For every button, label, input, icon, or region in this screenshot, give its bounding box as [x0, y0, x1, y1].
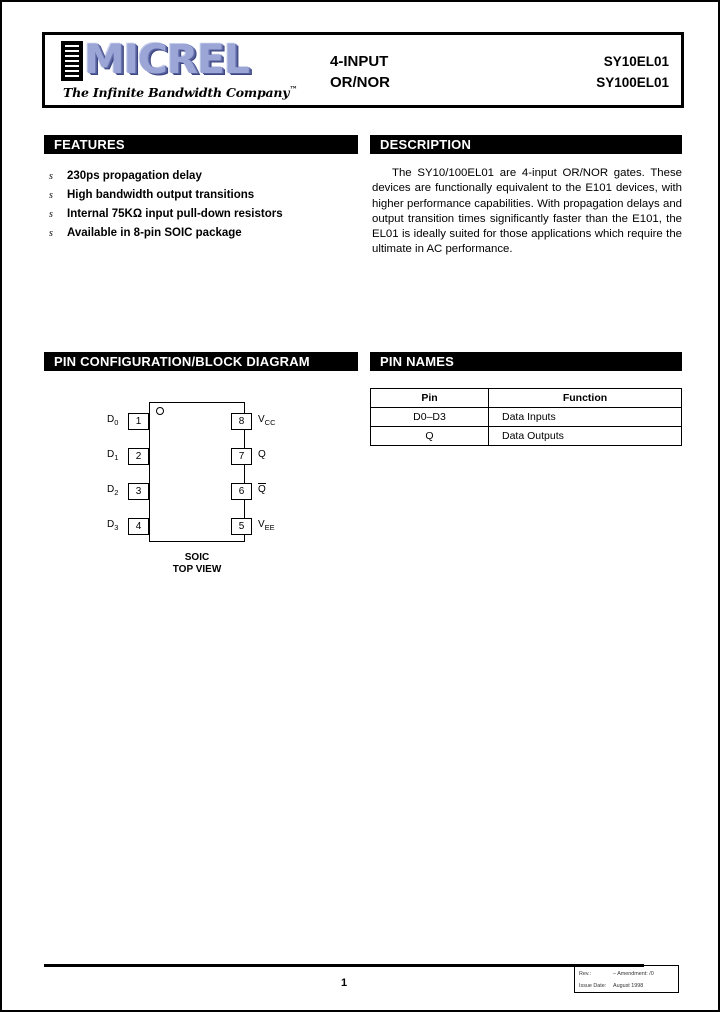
pin-box-3: 3: [128, 483, 149, 500]
description-section-header: DESCRIPTION: [370, 135, 682, 154]
feature-text: High bandwidth output transitions: [67, 189, 255, 201]
pin-box-6: 6: [231, 483, 252, 500]
logo-text: MICREL: [84, 37, 250, 83]
table-header-row: Pin Function: [370, 388, 682, 408]
feature-text: 230ps propagation delay: [67, 170, 202, 182]
feature-text: Available in 8-pin SOIC package: [67, 227, 242, 239]
pin-box-7: 7: [231, 448, 252, 465]
cell-function: Data Inputs: [488, 407, 682, 427]
comb-chip-icon: [61, 41, 83, 81]
revision-label: Rev.:: [579, 971, 592, 977]
header-box: MICREL The Infinite Bandwidth Company™ 4…: [42, 32, 684, 108]
column-header-pin: Pin: [370, 388, 489, 408]
issue-date-value: August 1998: [613, 983, 644, 989]
logo-tagline-text: The Infinite Bandwidth Company: [63, 85, 290, 101]
document-title: 4-INPUT OR/NOR: [330, 51, 390, 93]
soic-caption-line-2: TOP VIEW: [172, 564, 222, 575]
list-item: s 230ps propagation delay: [46, 167, 366, 186]
bullet-icon: s: [49, 171, 53, 182]
datasheet-page: MICREL The Infinite Bandwidth Company™ 4…: [0, 0, 720, 1012]
table-row: Q Data Outputs: [370, 426, 682, 446]
page-number: 1: [340, 977, 348, 989]
bullet-icon: s: [49, 190, 53, 201]
pin-names-section-header: PIN NAMES: [370, 352, 682, 371]
pin-label-d1: D1: [107, 449, 119, 462]
pin-label-d3: D3: [107, 519, 119, 532]
pin-box-2: 2: [128, 448, 149, 465]
title-line-2: OR/NOR: [330, 74, 390, 91]
list-item: s High bandwidth output transitions: [46, 186, 366, 205]
bullet-icon: s: [49, 209, 53, 220]
pin-label-d0: D0: [107, 414, 119, 427]
features-section-header: FEATURES: [44, 135, 358, 154]
cell-pin: Q: [370, 426, 489, 446]
micrel-logo: MICREL The Infinite Bandwidth Company™: [55, 37, 297, 107]
pin-box-4: 4: [128, 518, 149, 535]
trademark-symbol: ™: [289, 84, 298, 94]
part-number-2: SY100EL01: [596, 75, 669, 90]
column-header-function: Function: [488, 388, 682, 408]
revision-row: Rev.: – Amendment: /0: [579, 968, 675, 980]
soic-package-diagram: 1 2 3 4 D0 D1 D2 D3 8 7 6 5 VCC Q Q VEE …: [98, 394, 308, 604]
part-number-block: SY10EL01 SY100EL01: [596, 51, 669, 93]
pin-label-vcc: VCC: [258, 414, 276, 427]
revision-box: Rev.: – Amendment: /0 Issue Date: August…: [574, 965, 679, 993]
pin-label-q-bar: Q: [258, 483, 266, 495]
title-line-1: 4-INPUT: [330, 53, 389, 70]
pin1-orientation-dot-icon: [156, 407, 164, 415]
cell-function: Data Outputs: [488, 426, 682, 446]
list-item: s Internal 75KΩ input pull-down resistor…: [46, 205, 366, 224]
pin-configuration-section-header: PIN CONFIGURATION/BLOCK DIAGRAM: [44, 352, 358, 371]
pin-box-1: 1: [128, 413, 149, 430]
description-paragraph: The SY10/100EL01 are 4-input OR/NOR gate…: [372, 167, 682, 256]
cell-pin: D0–D3: [370, 407, 489, 427]
issue-date-label: Issue Date:: [579, 983, 607, 989]
logo-tagline: The Infinite Bandwidth Company™: [63, 84, 297, 100]
logo-wordmark: MICREL: [61, 37, 250, 83]
soic-caption-line-1: SOIC: [184, 552, 210, 563]
pin-label-vee: VEE: [258, 519, 275, 532]
pin-box-8: 8: [231, 413, 252, 430]
issue-date-row: Issue Date: August 1998: [579, 980, 675, 992]
revision-value: – Amendment: /0: [613, 971, 654, 977]
feature-text: Internal 75KΩ input pull-down resistors: [67, 208, 283, 220]
features-list: s 230ps propagation delay s High bandwid…: [46, 167, 366, 243]
pin-label-q: Q: [258, 449, 266, 460]
pin-box-5: 5: [231, 518, 252, 535]
pin-names-table: Pin Function D0–D3 Data Inputs Q Data Ou…: [370, 388, 682, 446]
table-row: D0–D3 Data Inputs: [370, 407, 682, 427]
footer-divider: [44, 964, 644, 967]
bullet-icon: s: [49, 228, 53, 239]
pin-label-d2: D2: [107, 484, 119, 497]
list-item: s Available in 8-pin SOIC package: [46, 224, 366, 243]
soic-caption: SOIC TOP VIEW: [149, 552, 245, 576]
part-number-1: SY10EL01: [603, 54, 669, 69]
